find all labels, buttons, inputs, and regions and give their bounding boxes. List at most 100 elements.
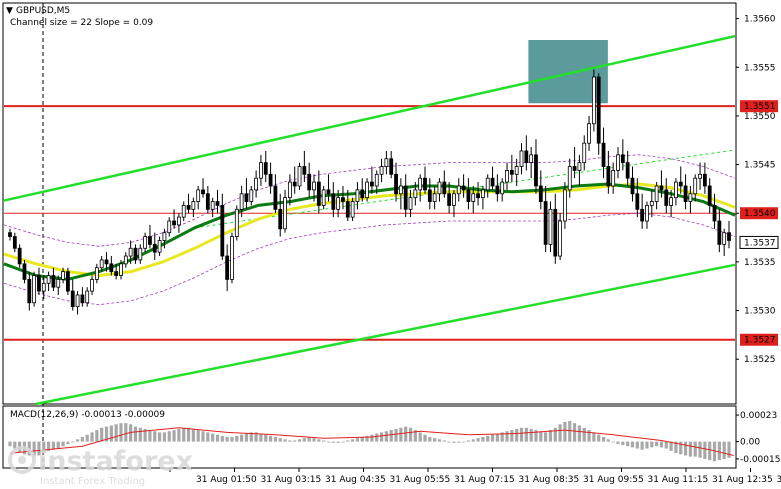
macd-tick-label: 0.00 — [740, 438, 760, 448]
candle-body — [635, 193, 640, 210]
candle-body — [408, 197, 413, 210]
candle-body — [476, 193, 480, 199]
macd-bar — [351, 439, 355, 442]
candle-body — [495, 185, 500, 195]
macd-bar — [486, 435, 490, 442]
macd-bar — [645, 441, 649, 449]
macd-bar — [717, 441, 721, 461]
macd-bar — [495, 433, 499, 442]
macd-bar — [640, 441, 644, 450]
current-price-label: 1.3537 — [744, 238, 776, 248]
macd-bar — [558, 424, 562, 442]
macd-bar — [90, 432, 94, 442]
candle-body — [172, 220, 176, 226]
candle-body — [114, 271, 119, 276]
macd-bar — [326, 441, 331, 443]
candle-body — [461, 185, 466, 191]
macd-bar — [384, 431, 388, 442]
macd-bar — [433, 438, 437, 442]
macd-bar — [461, 441, 466, 443]
candle-body — [630, 177, 635, 195]
macd-bar — [66, 441, 70, 444]
candle-body — [46, 275, 51, 284]
candle-body — [157, 240, 162, 253]
candle-body — [712, 205, 717, 222]
macd-bar — [447, 441, 451, 443]
macd-bar — [693, 441, 697, 457]
macd-bar — [355, 438, 360, 442]
macd-bar — [548, 430, 553, 442]
macd-bar — [375, 433, 379, 442]
macd-bar — [481, 437, 485, 442]
candle-body — [456, 185, 461, 195]
macd-bar — [133, 426, 138, 442]
macd-bar — [490, 434, 495, 442]
macd-bar — [524, 427, 528, 442]
candle-body — [287, 181, 292, 199]
candle-body — [505, 170, 509, 183]
candle-body — [722, 232, 727, 245]
macd-bar — [225, 437, 229, 442]
candle-body — [230, 236, 234, 280]
candle-body — [640, 208, 645, 222]
candle-body — [8, 232, 12, 237]
candle-body — [519, 150, 524, 167]
macd-bar — [423, 434, 427, 442]
candle-body — [152, 243, 157, 253]
macd-bar — [505, 431, 509, 442]
macd-bar — [278, 438, 282, 442]
macd-bar — [109, 425, 113, 442]
candle-body — [138, 247, 143, 261]
candle-body — [350, 201, 355, 218]
logo-tagline: Instant Forex Trading — [40, 476, 145, 487]
macd-bar — [240, 434, 244, 442]
candle-body — [558, 220, 563, 257]
candle-body — [61, 271, 65, 280]
candle-body — [12, 236, 17, 249]
candle-body — [683, 185, 688, 202]
macd-bar — [727, 441, 731, 458]
macd-bar — [635, 441, 639, 449]
candle-body — [529, 154, 534, 164]
macd-bar — [312, 438, 316, 442]
macd-bar — [268, 435, 273, 442]
macd-bar — [582, 427, 586, 442]
candle-body — [427, 189, 432, 202]
macd-bar — [655, 441, 659, 447]
candle-body — [90, 279, 94, 292]
candle-body — [176, 216, 181, 226]
macd-bar — [471, 439, 475, 442]
candle-body — [649, 201, 654, 206]
candle-body — [263, 162, 268, 175]
macd-bar — [466, 440, 471, 442]
price-tick-label: 1.3530 — [744, 307, 776, 317]
candle-body — [191, 201, 196, 210]
candle-body — [259, 162, 263, 179]
candle-body — [437, 181, 442, 195]
candle-body — [625, 162, 630, 179]
candle-body — [249, 189, 254, 202]
candle-body — [698, 173, 702, 179]
candle-body — [442, 181, 447, 195]
candle-body — [128, 247, 133, 257]
macd-bar — [408, 427, 413, 442]
candle-body — [717, 220, 722, 245]
candle-body — [326, 189, 331, 195]
macd-bar — [688, 441, 692, 457]
candle-body — [66, 271, 70, 292]
candle-body — [27, 279, 32, 304]
macd-bar — [341, 441, 345, 443]
macd-bar — [519, 427, 524, 442]
candle-body — [548, 208, 553, 245]
macd-bar — [148, 430, 152, 442]
candle-body — [678, 181, 683, 187]
candle-body — [669, 197, 673, 206]
macd-bar — [568, 420, 572, 442]
candle-body — [167, 220, 172, 234]
candle-body — [278, 208, 283, 230]
macd-bar — [437, 439, 442, 442]
candle-body — [654, 185, 659, 202]
candle-body — [379, 166, 384, 175]
macd-bar — [597, 434, 601, 442]
candle-body — [254, 177, 259, 191]
